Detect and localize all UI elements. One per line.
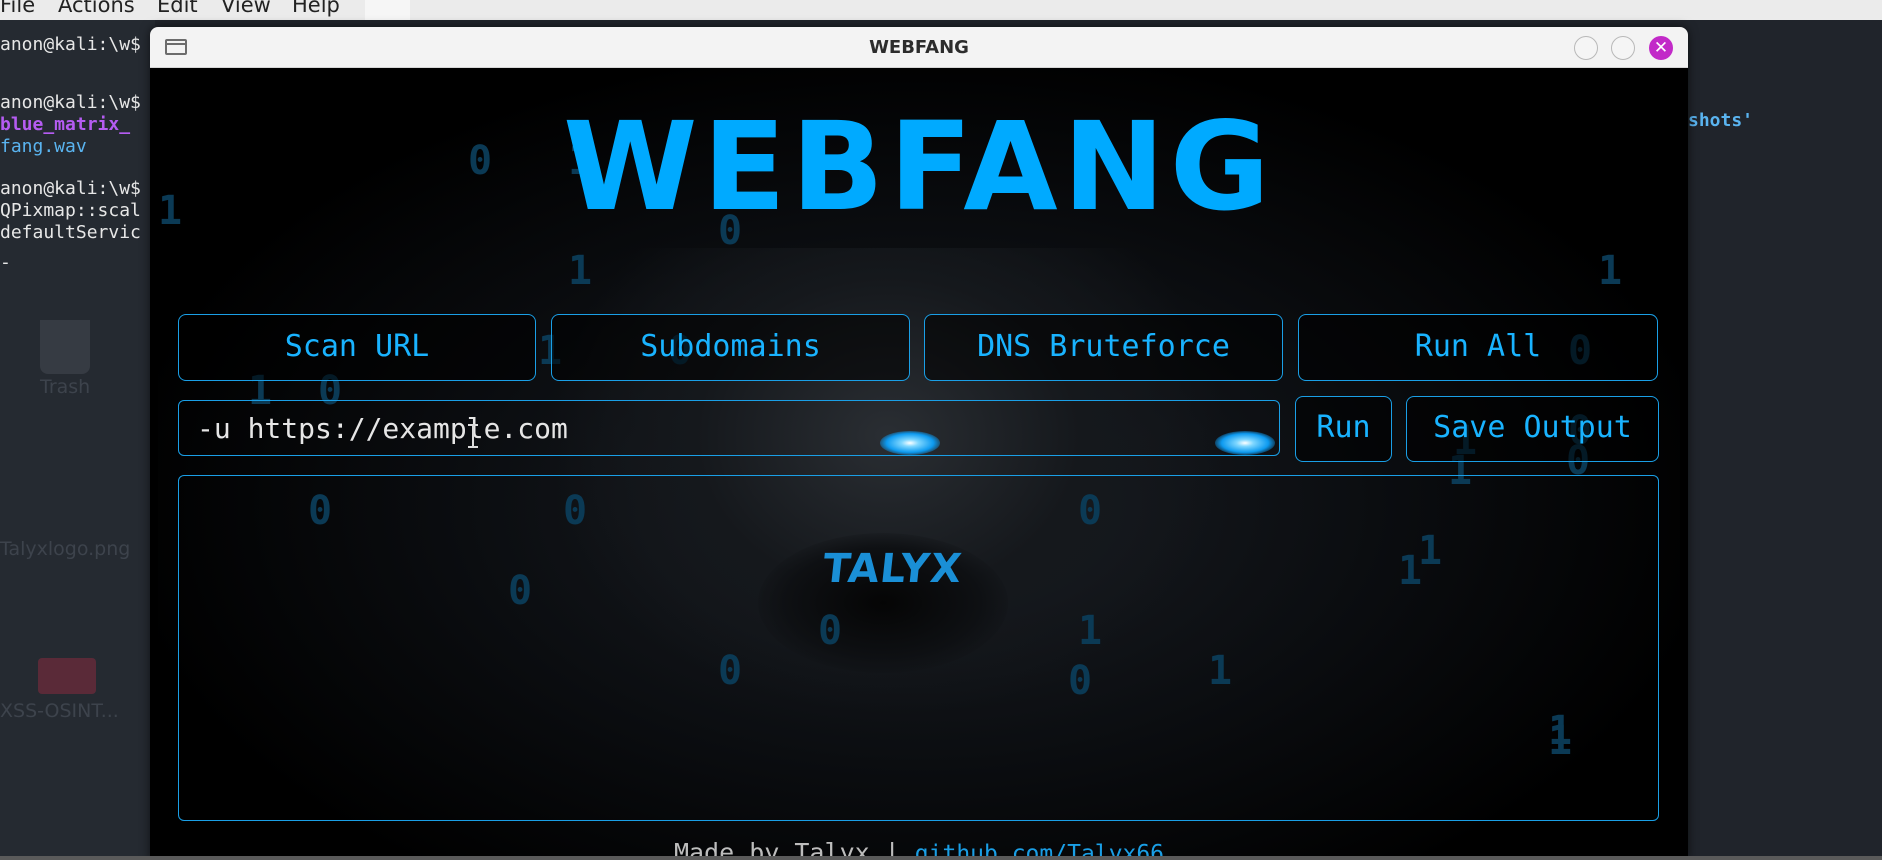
run-all-button[interactable]: Run All <box>1298 314 1658 381</box>
close-button[interactable]: ✕ <box>1649 36 1673 60</box>
terminal-line: QPixmap::scal <box>0 200 141 221</box>
run-button[interactable]: Run <box>1295 396 1392 462</box>
taskbar-edge <box>0 856 1882 860</box>
menu-view[interactable]: View <box>221 0 271 17</box>
folder-icon[interactable] <box>38 658 96 694</box>
subdomains-button[interactable]: Subdomains <box>551 314 910 381</box>
background-terminal-left[interactable]: anon@kali:\w$ anon@kali:\w$ blue_matrix_… <box>0 20 155 860</box>
background-terminal-right[interactable]: shots' <box>1685 20 1882 860</box>
terminal-line: - <box>0 252 11 273</box>
terminal-line: fang.wav <box>0 136 87 157</box>
menu-file[interactable]: File <box>0 0 35 17</box>
save-output-button[interactable]: Save Output <box>1406 396 1659 462</box>
menu-help[interactable]: Help <box>292 0 340 17</box>
window-titlebar[interactable]: WEBFANG ✕ <box>150 27 1688 68</box>
terminal-right-text: shots' <box>1688 110 1754 131</box>
trash-label: Trash <box>40 376 91 398</box>
scan-url-button[interactable]: Scan URL <box>178 314 536 381</box>
text-cursor-icon <box>468 424 478 448</box>
desktop-folder-label: XSS-OSINT... <box>0 700 119 722</box>
terminal-line: anon@kali:\w$ <box>0 178 141 199</box>
matrix-digit: 1 <box>1598 248 1623 294</box>
maximize-button[interactable] <box>1611 36 1635 60</box>
menubar-blank-area <box>365 0 410 20</box>
menu-actions[interactable]: Actions <box>58 0 135 17</box>
trash-icon[interactable] <box>40 320 90 374</box>
terminal-line: defaultServic <box>0 222 141 243</box>
app-content: TALYX 0110110011001010001100101011 WEBFA… <box>158 68 1680 860</box>
terminal-line: anon@kali:\w$ <box>0 34 141 55</box>
minimize-button[interactable] <box>1574 36 1598 60</box>
terminal-line: blue_matrix_ <box>0 114 131 135</box>
matrix-digit: 1 <box>568 248 593 294</box>
dns-bruteforce-button[interactable]: DNS Bruteforce <box>924 314 1283 381</box>
desktop-file-label: Talyxlogo.png <box>0 538 131 560</box>
window-title: WEBFANG <box>869 37 969 58</box>
output-panel[interactable] <box>178 475 1659 821</box>
menu-edit[interactable]: Edit <box>157 0 198 17</box>
terminal-menubar: File Actions Edit View Help <box>0 0 1882 20</box>
webfang-window: WEBFANG ✕ TALYX 011011001100101000110010… <box>150 27 1688 860</box>
app-title: WEBFANG <box>563 96 1275 238</box>
command-input[interactable] <box>178 400 1280 456</box>
terminal-line: anon@kali:\w$ <box>0 92 141 113</box>
close-icon: ✕ <box>1653 38 1669 58</box>
